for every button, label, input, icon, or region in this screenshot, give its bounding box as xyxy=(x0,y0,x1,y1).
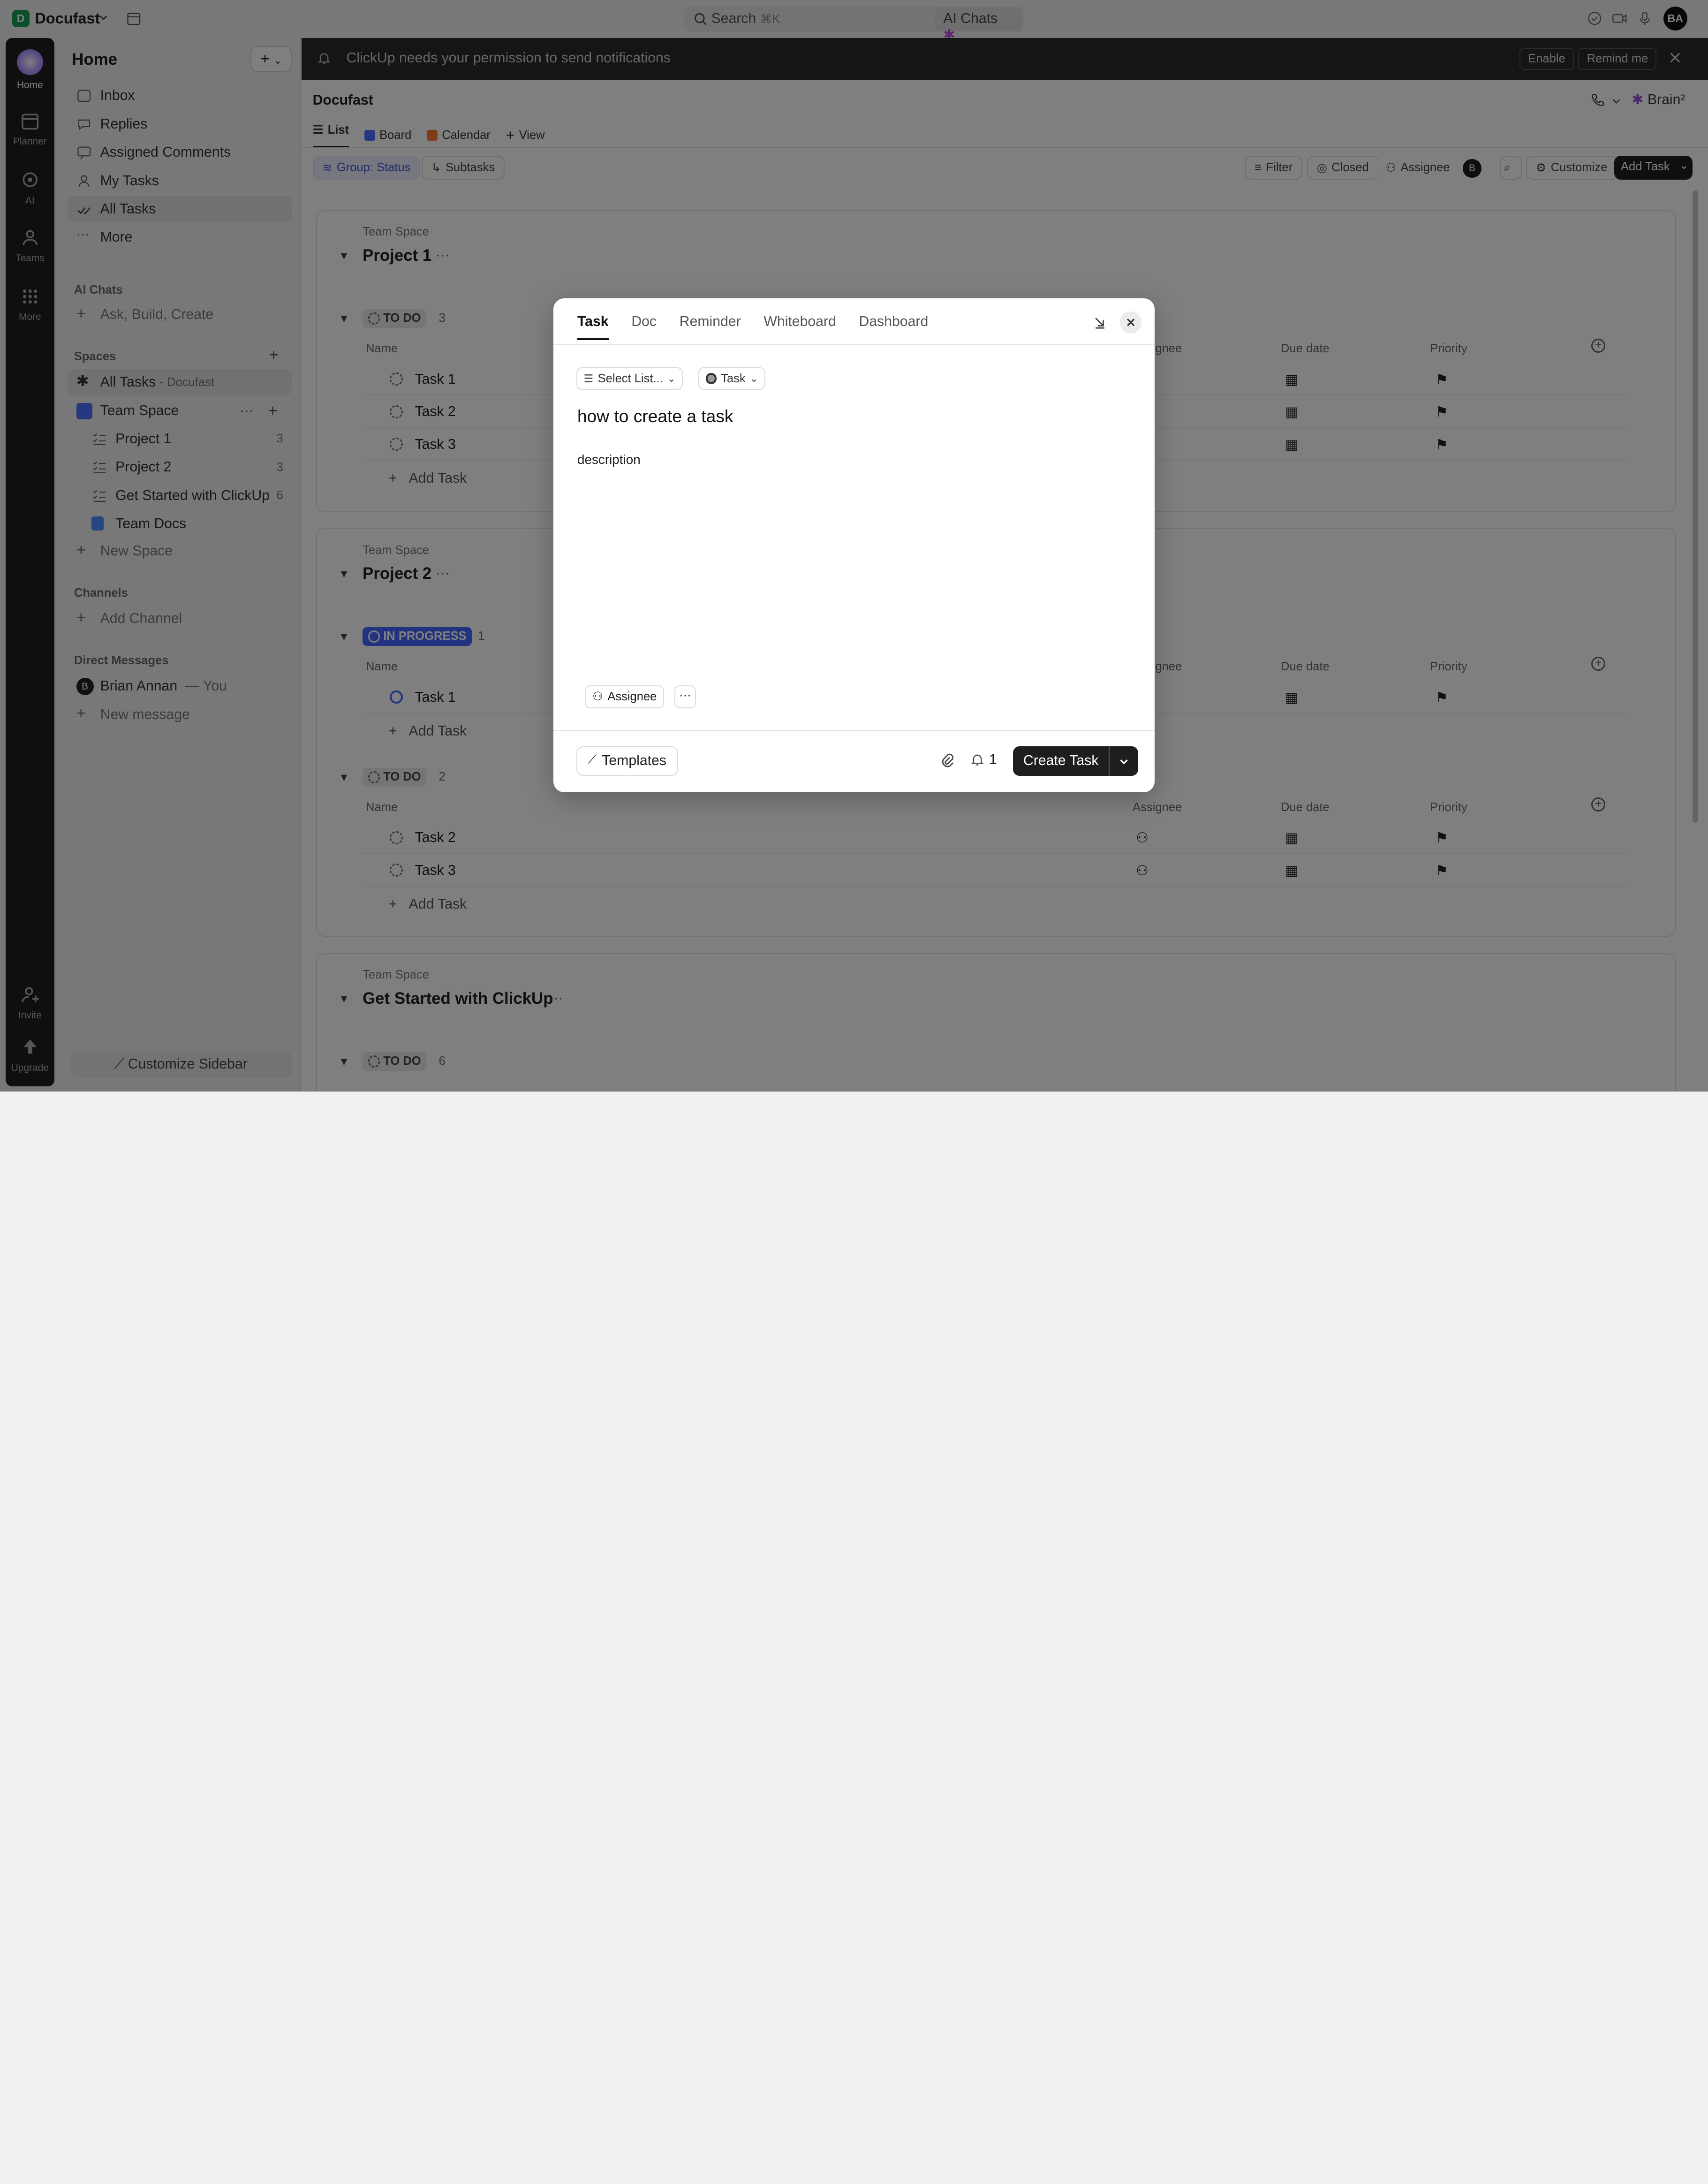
close-icon[interactable] xyxy=(1119,311,1142,334)
attachment-icon[interactable] xyxy=(939,752,956,769)
modal-tabs: Task Doc Reminder Whiteboard Dashboard xyxy=(577,314,928,341)
tab-doc[interactable]: Doc xyxy=(631,314,657,341)
app: D Docufast Search ⌘K AI Chats ✱ BA Home … xyxy=(0,0,1708,1092)
description-input[interactable]: description xyxy=(577,452,641,467)
task-title-input[interactable]: how to create a task xyxy=(577,406,733,426)
assignee-label: Assignee xyxy=(607,690,657,703)
chevron-down-icon: ⌄ xyxy=(667,373,676,384)
create-options-button[interactable] xyxy=(1109,746,1139,776)
templates-icon: ⟋ xyxy=(588,752,597,766)
task-type-dropdown[interactable]: Task ⌄ xyxy=(698,367,766,390)
tab-task[interactable]: Task xyxy=(577,314,609,341)
notify-count: 1 xyxy=(989,751,997,767)
chevron-down-icon: ⌄ xyxy=(749,373,758,384)
more-options-button[interactable]: ··· xyxy=(674,685,696,708)
select-list-dropdown[interactable]: ☰ Select List... ⌄ xyxy=(576,367,683,390)
user-icon: ⚇ xyxy=(592,690,604,704)
bell-icon xyxy=(970,752,984,766)
create-task-modal: Task Doc Reminder Whiteboard Dashboard ☰… xyxy=(553,298,1155,792)
chevron-down-icon xyxy=(1119,756,1129,767)
notify-button[interactable]: 1 xyxy=(970,752,997,768)
divider xyxy=(553,344,1155,346)
templates-button[interactable]: ⟋ Templates xyxy=(576,746,679,776)
task-type-label: Task xyxy=(721,372,746,385)
minimize-icon[interactable] xyxy=(1091,314,1109,331)
templates-label: Templates xyxy=(602,752,666,768)
task-type-icon xyxy=(705,373,717,384)
divider xyxy=(553,730,1155,731)
tab-whiteboard[interactable]: Whiteboard xyxy=(763,314,836,341)
select-list-label: Select List... xyxy=(597,372,663,385)
tab-dashboard[interactable]: Dashboard xyxy=(859,314,929,341)
list-icon: ☰ xyxy=(583,372,594,385)
tab-reminder[interactable]: Reminder xyxy=(680,314,741,341)
assignee-button[interactable]: ⚇ Assignee xyxy=(585,685,665,708)
create-task-button[interactable]: Create Task xyxy=(1013,746,1109,776)
